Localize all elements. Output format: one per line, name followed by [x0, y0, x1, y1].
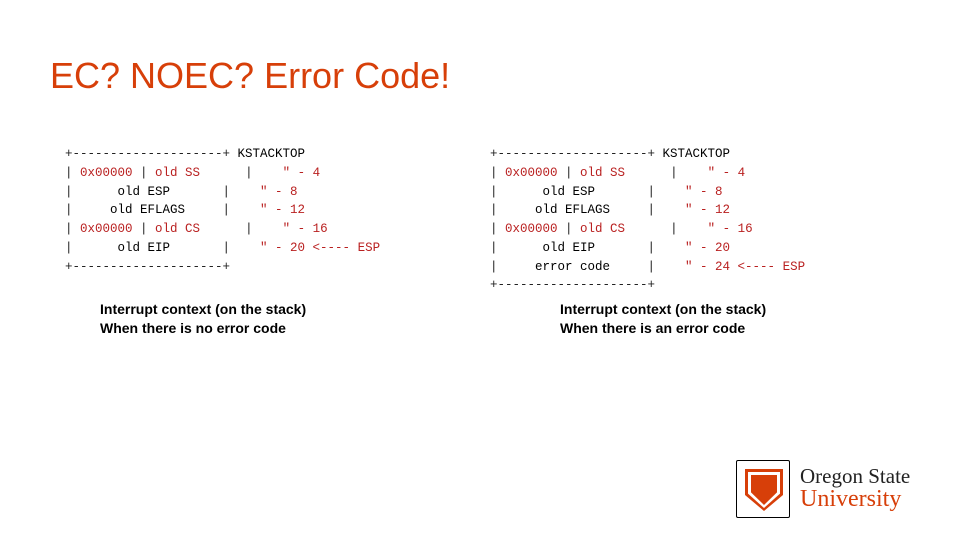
cell: old SS [155, 166, 200, 180]
cell: 0x00000 [80, 222, 133, 236]
caption-line: When there is no error code [100, 319, 306, 338]
cell: old SS [580, 166, 625, 180]
kstacktop-label: KSTACKTOP [238, 147, 306, 161]
cell: 0x00000 [505, 222, 558, 236]
offset: " - 4 [708, 166, 746, 180]
shield-icon [745, 469, 783, 511]
cell: old EIP [543, 241, 596, 255]
cell: old EIP [118, 241, 171, 255]
osu-crest-icon [736, 460, 790, 518]
cell: old ESP [118, 185, 171, 199]
slide-title: EC? NOEC? Error Code! [50, 55, 450, 97]
caption-line: When there is an error code [560, 319, 766, 338]
cell: 0x00000 [505, 166, 558, 180]
stack-diagram-noec: +--------------------+ KSTACKTOP | 0x000… [65, 145, 380, 276]
cell: old EFLAGS [110, 203, 185, 217]
offset: " - 12 [685, 203, 730, 217]
caption-noec: Interrupt context (on the stack) When th… [100, 300, 306, 338]
cell: 0x00000 [80, 166, 133, 180]
cell: old EFLAGS [535, 203, 610, 217]
cell: old ESP [543, 185, 596, 199]
caption-ec: Interrupt context (on the stack) When th… [560, 300, 766, 338]
caption-line: Interrupt context (on the stack) [560, 300, 766, 319]
offset: " - 20 [685, 241, 730, 255]
logo-line2: University [800, 487, 910, 511]
offset: " - 20 <---- ESP [260, 241, 380, 255]
cell: old CS [580, 222, 625, 236]
logo-line1: Oregon State [800, 466, 910, 487]
offset: " - 16 [708, 222, 753, 236]
caption-line: Interrupt context (on the stack) [100, 300, 306, 319]
offset: " - 24 <---- ESP [685, 260, 805, 274]
offset: " - 8 [685, 185, 723, 199]
stack-diagram-ec: +--------------------+ KSTACKTOP | 0x000… [490, 145, 805, 295]
osu-logo: Oregon State University [736, 452, 946, 526]
offset: " - 4 [283, 166, 321, 180]
offset: " - 16 [283, 222, 328, 236]
logo-text: Oregon State University [800, 466, 910, 512]
offset: " - 12 [260, 203, 305, 217]
kstacktop-label: KSTACKTOP [663, 147, 731, 161]
cell: error code [535, 260, 610, 274]
offset: " - 8 [260, 185, 298, 199]
cell: old CS [155, 222, 200, 236]
